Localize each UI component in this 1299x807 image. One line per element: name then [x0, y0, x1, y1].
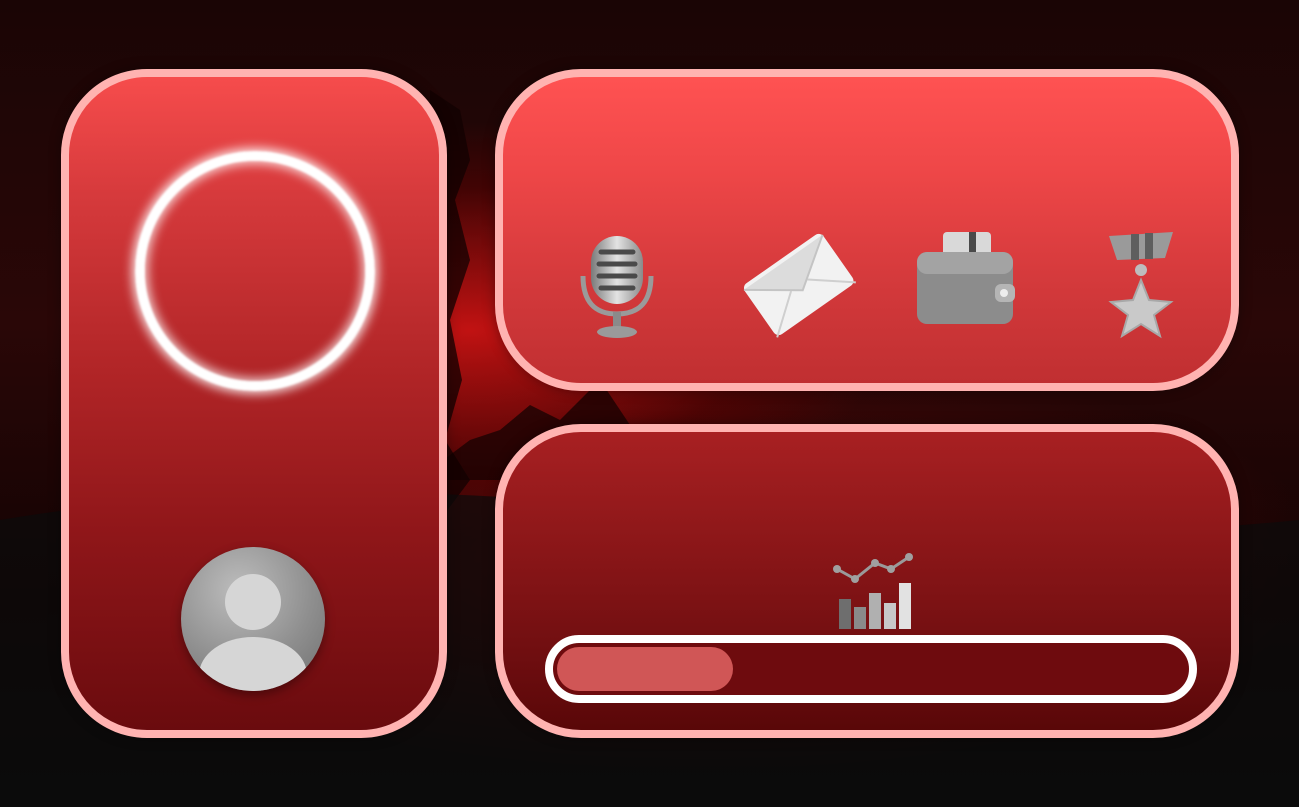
progress-fill: [557, 647, 733, 691]
loading-ring-icon: [135, 151, 375, 391]
progress-bar[interactable]: [545, 635, 1197, 703]
user-avatar-icon[interactable]: [181, 547, 325, 691]
bar-line-chart-icon[interactable]: [829, 545, 919, 635]
medal-star-icon[interactable]: [1081, 222, 1201, 342]
envelope-icon[interactable]: [737, 222, 857, 342]
stats-panel: [495, 424, 1239, 738]
apps-panel: [495, 69, 1239, 391]
wallet-icon[interactable]: [907, 222, 1027, 342]
person-silhouette-icon: [199, 574, 307, 691]
profile-panel: [61, 69, 447, 738]
microphone-icon[interactable]: [557, 222, 677, 342]
